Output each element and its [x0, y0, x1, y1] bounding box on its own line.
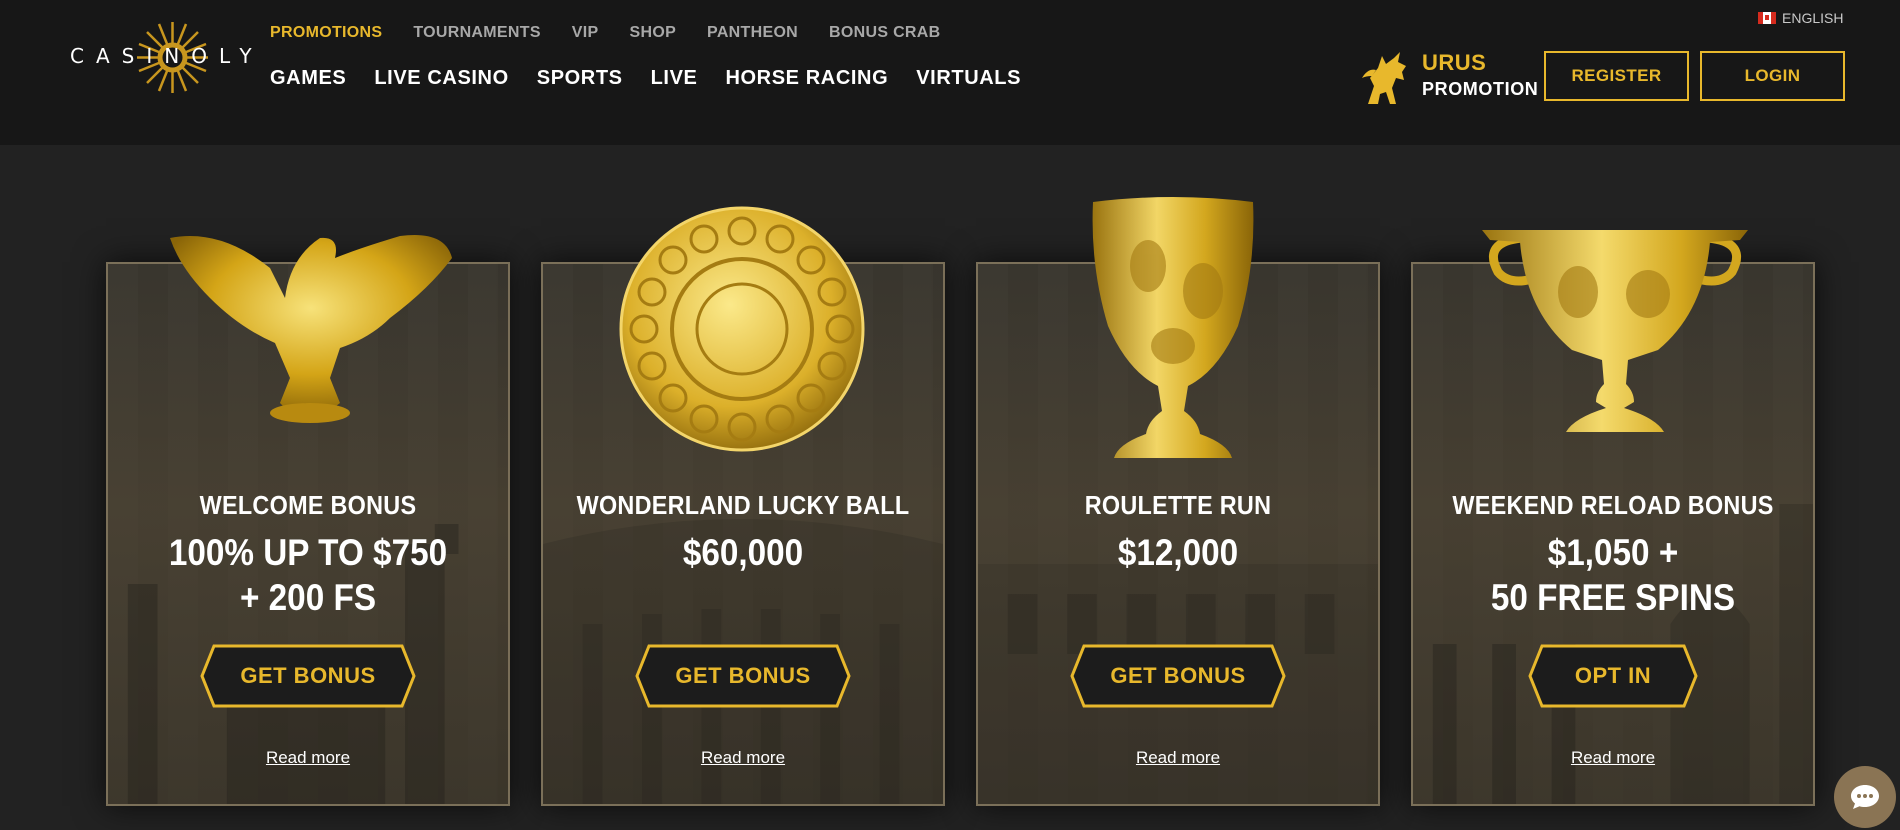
nav-tournaments[interactable]: TOURNAMENTS — [413, 24, 540, 42]
nav-virtuals[interactable]: VIRTUALS — [916, 67, 1021, 90]
button-label: GET BONUS — [1110, 663, 1246, 688]
card-amount: $1,050 + 50 FREE SPINS — [1433, 530, 1793, 620]
top-nav: PROMOTIONS TOURNAMENTS VIP SHOP PANTHEON… — [270, 24, 941, 42]
logo-text: CASINOLY — [70, 44, 264, 68]
card-title: WELCOME BONUS — [199, 490, 417, 520]
eagle-icon — [170, 234, 452, 423]
get-bonus-button[interactable]: GET BONUS — [200, 644, 416, 708]
urus-promotion-link[interactable]: URUS PROMOTION — [1360, 48, 1538, 106]
card-amount: 100% UP TO $750 + 200 FS — [128, 530, 488, 620]
card-title: WEEKEND RELOAD BONUS — [1452, 490, 1774, 520]
card-title: WONDERLAND LUCKY BALL — [576, 490, 910, 520]
coin-icon — [619, 206, 865, 452]
main-nav: GAMES LIVE CASINO SPORTS LIVE HORSE RACI… — [270, 67, 1021, 90]
chat-button[interactable] — [1834, 766, 1896, 828]
amount-line-2: + 200 FS — [239, 577, 377, 618]
read-more-link[interactable]: Read more — [1413, 748, 1813, 768]
amount-line-1: 100% UP TO $750 — [168, 532, 448, 573]
nav-promotions[interactable]: PROMOTIONS — [270, 24, 382, 42]
amount-line-1: $12,000 — [1117, 532, 1239, 573]
language-selector[interactable]: ENGLISH — [1758, 10, 1843, 26]
bull-icon — [1362, 52, 1406, 104]
opt-in-button[interactable]: OPT IN — [1528, 644, 1698, 708]
get-bonus-button[interactable]: GET BONUS — [1070, 644, 1286, 708]
card-amount: $60,000 — [563, 530, 923, 575]
login-button[interactable]: LOGIN — [1700, 51, 1845, 101]
nav-vip[interactable]: VIP — [572, 24, 599, 42]
amount-line-1: $60,000 — [682, 532, 804, 573]
nav-sports[interactable]: SPORTS — [537, 67, 623, 90]
amount-line-1: $1,050 + — [1547, 532, 1679, 573]
nav-horse-racing[interactable]: HORSE RACING — [725, 67, 888, 90]
promo-subtitle: PROMOTION — [1422, 79, 1539, 99]
read-more-link[interactable]: Read more — [543, 748, 943, 768]
button-label: GET BONUS — [240, 663, 376, 688]
get-bonus-button[interactable]: GET BONUS — [635, 644, 851, 708]
amount-line-2: 50 FREE SPINS — [1490, 577, 1736, 618]
chat-icon — [1851, 785, 1879, 809]
promo-title: URUS — [1422, 50, 1487, 75]
read-more-link[interactable]: Read more — [108, 748, 508, 768]
goblet-icon — [1092, 197, 1254, 458]
nav-games[interactable]: GAMES — [270, 67, 346, 90]
language-label: ENGLISH — [1782, 10, 1844, 26]
nav-shop[interactable]: SHOP — [630, 24, 677, 42]
nav-live[interactable]: LIVE — [651, 67, 698, 90]
site-header: CASINOLY PROMOTIONS TOURNAMENTS VIP SHOP… — [0, 0, 1900, 145]
button-label: OPT IN — [1574, 663, 1652, 688]
read-more-link[interactable]: Read more — [978, 748, 1378, 768]
card-amount: $12,000 — [998, 530, 1358, 575]
nav-pantheon[interactable]: PANTHEON — [707, 24, 798, 42]
nav-bonus-crab[interactable]: BONUS CRAB — [829, 24, 940, 42]
cup-icon — [1482, 230, 1748, 432]
nav-live-casino[interactable]: LIVE CASINO — [374, 67, 508, 90]
button-label: GET BONUS — [675, 663, 811, 688]
register-button[interactable]: REGISTER — [1544, 51, 1689, 101]
card-title: ROULETTE RUN — [1084, 490, 1272, 520]
casinoly-logo[interactable]: CASINOLY — [70, 20, 255, 95]
canada-flag-icon — [1758, 12, 1776, 24]
